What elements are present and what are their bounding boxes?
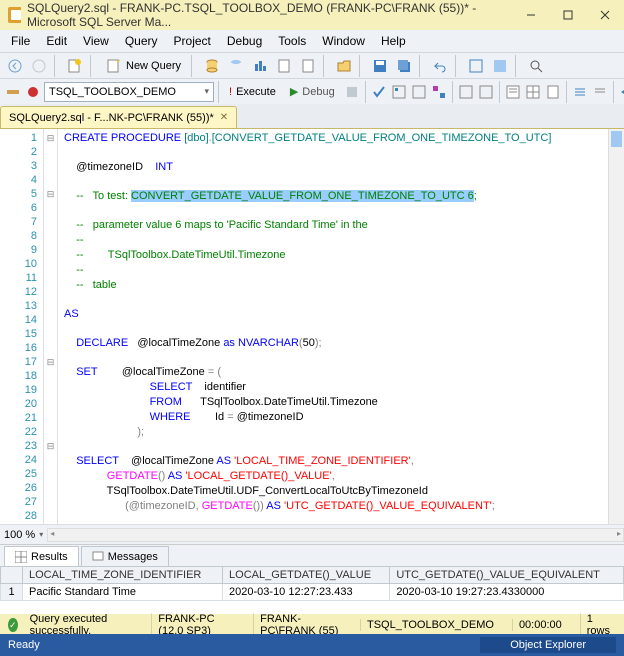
document-tabstrip: SQLQuery2.sql - F...NK-PC\FRANK (55))* ✕ (0, 104, 624, 128)
fold-gutter[interactable]: ⊟⊟⊟⊟ (44, 129, 58, 524)
ready-label: Ready (8, 639, 40, 651)
debug-button[interactable]: ▶ Debug (284, 81, 341, 103)
comment-icon[interactable] (571, 81, 589, 103)
line-gutter: 1234567891011121314151617181920212223242… (0, 129, 44, 524)
new-query-icon (106, 58, 122, 74)
editor-footer: 100 % ▾ ◂ ▸ (0, 524, 624, 544)
messages-icon (92, 551, 104, 563)
close-tab-icon[interactable]: ✕ (220, 112, 228, 123)
intellisense-icon[interactable] (430, 81, 448, 103)
tab-messages[interactable]: Messages (81, 546, 169, 566)
db-report-icon[interactable] (273, 55, 295, 77)
db-script-icon[interactable] (297, 55, 319, 77)
menu-window[interactable]: Window (315, 32, 372, 50)
status-elapsed: 00:00:00 (512, 619, 568, 631)
menu-debug[interactable]: Debug (220, 32, 269, 50)
db-icon[interactable] (201, 55, 223, 77)
estimated-plan-icon[interactable] (390, 81, 408, 103)
menu-edit[interactable]: Edit (39, 32, 74, 50)
activity-icon[interactable] (465, 55, 487, 77)
results-text-icon[interactable] (504, 81, 522, 103)
new-query-label: New Query (126, 60, 181, 72)
menu-query[interactable]: Query (118, 32, 165, 50)
client-stats-icon[interactable] (477, 81, 495, 103)
grid-header-row: LOCAL_TIME_ZONE_IDENTIFIER LOCAL_GETDATE… (1, 567, 624, 584)
database-selector[interactable]: TSQL_TOOLBOX_DEMO (44, 82, 214, 102)
save-all-icon[interactable] (393, 55, 415, 77)
col-local-tz[interactable]: LOCAL_TIME_ZONE_IDENTIFIER (23, 567, 223, 584)
document-tab-label: SQLQuery2.sql - F...NK-PC\FRANK (55))* (9, 112, 214, 124)
execute-label: Execute (236, 86, 276, 98)
menu-view[interactable]: View (76, 32, 116, 50)
app-icon (8, 7, 21, 23)
close-button[interactable] (587, 0, 624, 30)
ide-status-bar: Ready Object Explorer (0, 634, 624, 656)
cancel-query-icon[interactable] (343, 81, 361, 103)
vertical-scrollbar[interactable] (608, 129, 624, 524)
db-analysis-icon[interactable] (249, 55, 271, 77)
play-icon: ▶ (290, 85, 298, 98)
disconnect-icon[interactable] (24, 81, 42, 103)
execute-button[interactable]: ! Execute (223, 81, 282, 103)
code-content[interactable]: CREATE PROCEDURE [dbo].[CONVERT_GETDATE_… (58, 129, 624, 524)
menu-help[interactable]: Help (374, 32, 413, 50)
parse-icon[interactable] (370, 81, 388, 103)
row-number[interactable]: 1 (1, 584, 23, 601)
new-project-icon[interactable] (64, 55, 86, 77)
indent-icon[interactable] (618, 81, 624, 103)
uncomment-icon[interactable] (591, 81, 609, 103)
minimize-button[interactable] (512, 0, 549, 30)
results-file-icon[interactable] (544, 81, 562, 103)
new-query-button[interactable]: New Query (100, 55, 187, 77)
undo-icon[interactable] (429, 55, 451, 77)
status-db: TSQL_TOOLBOX_DEMO (360, 619, 500, 631)
tab-results-label: Results (31, 551, 68, 563)
code-editor[interactable]: 1234567891011121314151617181920212223242… (0, 128, 624, 524)
menu-file[interactable]: File (4, 32, 37, 50)
horizontal-scrollbar[interactable]: ◂ ▸ (47, 528, 624, 542)
success-icon: ✓ (8, 618, 18, 632)
menu-tools[interactable]: Tools (271, 32, 313, 50)
window-title: SQLQuery2.sql - FRANK-PC.TSQL_TOOLBOX_DE… (27, 1, 512, 29)
save-icon[interactable] (369, 55, 391, 77)
document-tab[interactable]: SQLQuery2.sql - F...NK-PC\FRANK (55))* ✕ (0, 106, 237, 128)
nav-back-icon[interactable] (4, 55, 26, 77)
toolbar-main: New Query (0, 52, 624, 78)
tab-results[interactable]: Results (4, 546, 79, 566)
open-icon[interactable] (333, 55, 355, 77)
find-icon[interactable] (525, 55, 547, 77)
db-engine-icon[interactable] (225, 55, 247, 77)
grid-corner (1, 567, 23, 584)
query-options-icon[interactable] (410, 81, 428, 103)
table-row[interactable]: 1 Pacific Standard Time 2020-03-10 12:27… (1, 584, 624, 601)
toolbar-sql: TSQL_TOOLBOX_DEMO ! Execute ▶ Debug (0, 78, 624, 104)
database-selected: TSQL_TOOLBOX_DEMO (49, 86, 176, 98)
cell-local-getdate[interactable]: 2020-03-10 12:27:23.433 (223, 584, 390, 601)
maximize-button[interactable] (549, 0, 586, 30)
object-explorer-label[interactable]: Object Explorer (480, 637, 616, 653)
window-titlebar: SQLQuery2.sql - FRANK-PC.TSQL_TOOLBOX_DE… (0, 0, 624, 30)
results-grid[interactable]: LOCAL_TIME_ZONE_IDENTIFIER LOCAL_GETDATE… (0, 566, 624, 614)
profiler-icon[interactable] (489, 55, 511, 77)
tab-messages-label: Messages (108, 551, 158, 563)
cell-local-tz[interactable]: Pacific Standard Time (23, 584, 223, 601)
query-status-bar: ✓ Query executed successfully. FRANK-PC … (0, 614, 624, 636)
grid-icon (15, 551, 27, 563)
results-tabstrip: Results Messages (0, 544, 624, 566)
col-local-getdate[interactable]: LOCAL_GETDATE()_VALUE (223, 567, 390, 584)
results-grid-icon[interactable] (524, 81, 542, 103)
menu-project[interactable]: Project (167, 32, 218, 50)
actual-plan-icon[interactable] (457, 81, 475, 103)
zoom-level[interactable]: 100 % (4, 529, 35, 541)
execute-icon: ! (229, 86, 232, 98)
change-conn-icon[interactable] (4, 81, 22, 103)
cell-utc-getdate[interactable]: 2020-03-10 19:27:23.4330000 (390, 584, 624, 601)
menubar: File Edit View Query Project Debug Tools… (0, 30, 624, 52)
debug-label: Debug (302, 86, 334, 98)
col-utc-getdate[interactable]: UTC_GETDATE()_VALUE_EQUIVALENT (390, 567, 624, 584)
nav-fwd-icon[interactable] (28, 55, 50, 77)
